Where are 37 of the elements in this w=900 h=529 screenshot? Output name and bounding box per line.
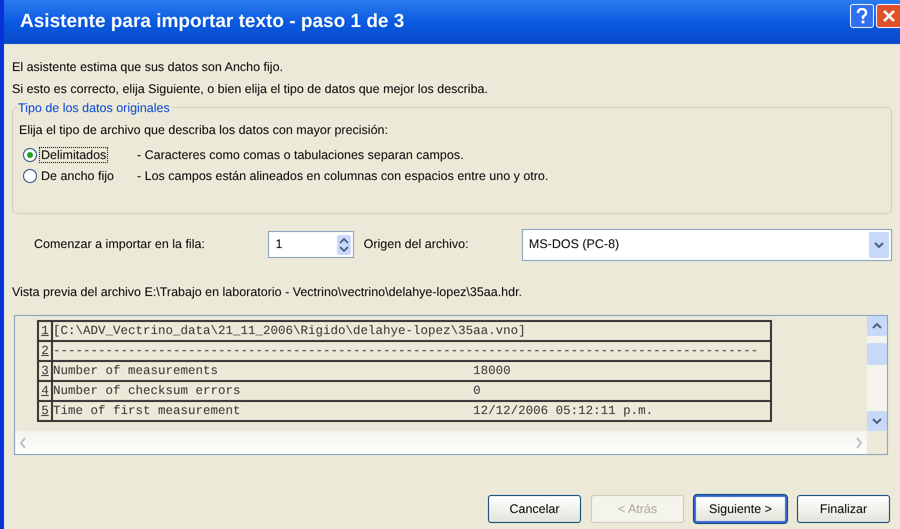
start-row-label: Comenzar a importar en la fila: [34,236,206,254]
close-button[interactable] [876,4,900,28]
origin-label: Origen del archivo: [364,236,470,254]
spin-arrows-icon [336,234,351,254]
intro-text: El asistente estima que sus datos son Ancho fijo. [12,59,284,76]
dialog-button[interactable]: Siguiente > [694,495,787,523]
radio-button[interactable] [23,148,37,162]
dialog-button[interactable]: Finalizar [797,495,890,523]
start-row-spinner[interactable]: 1 [268,231,354,258]
help-button[interactable] [850,4,874,28]
scroll-thumb[interactable] [867,342,887,365]
line-number: 1 [39,322,53,340]
preview-label: Vista previa del archivo E:\Trabajo en laboratorio - Vectrino\vectrino\delahye-lopez\35aa.hdr. [12,284,524,301]
origin-dropdown[interactable]: MS-DOS (PC-8) [522,228,892,260]
preview-line: Number of checksum errors 0 [53,383,481,400]
preview-line: ---------------------------------------------------------------------------------------------- [53,343,758,360]
intro-text: Si esto es correcto, elija Siguiente, o bien elija el tipo de datos que mejor los describa. [12,80,489,98]
radio-button[interactable] [23,169,37,184]
window-title: Asistente para importar texto - paso 1 de 3 [20,10,404,34]
line-number: 3 [39,362,53,380]
dialog-button[interactable]: Cancelar [488,495,581,523]
radio-label[interactable]: Delimitados [40,148,108,162]
option-description: - Caracteres como comas o tabulaciones separan campos. [137,146,464,164]
line-number: 5 [39,402,53,420]
line-number: 4 [39,382,53,400]
line-number: 2 [39,342,53,360]
option-description: - Los campos están alineados en columnas con espacios entre uno y otro. [137,168,548,185]
help-icon [856,8,868,24]
preview-line: Number of measurements 18000 [53,363,511,380]
vertical-scrollbar[interactable] [867,316,887,432]
scroll-down-button[interactable] [867,411,887,432]
preview-line: [C:\ADV_Vectrino_data\21_11_2006\Rigido\delahye-lopez\35aa.vno] [53,323,526,340]
group-prompt: Elija el tipo de archivo que describa los datos con mayor precisión: [19,122,389,139]
close-icon [882,10,894,22]
preview-line: Time of first measurement 12/12/2006 05:12:11 p.m. [53,403,654,420]
radio-label[interactable]: De ancho fijo [40,168,115,183]
scroll-up-button[interactable] [867,316,887,336]
